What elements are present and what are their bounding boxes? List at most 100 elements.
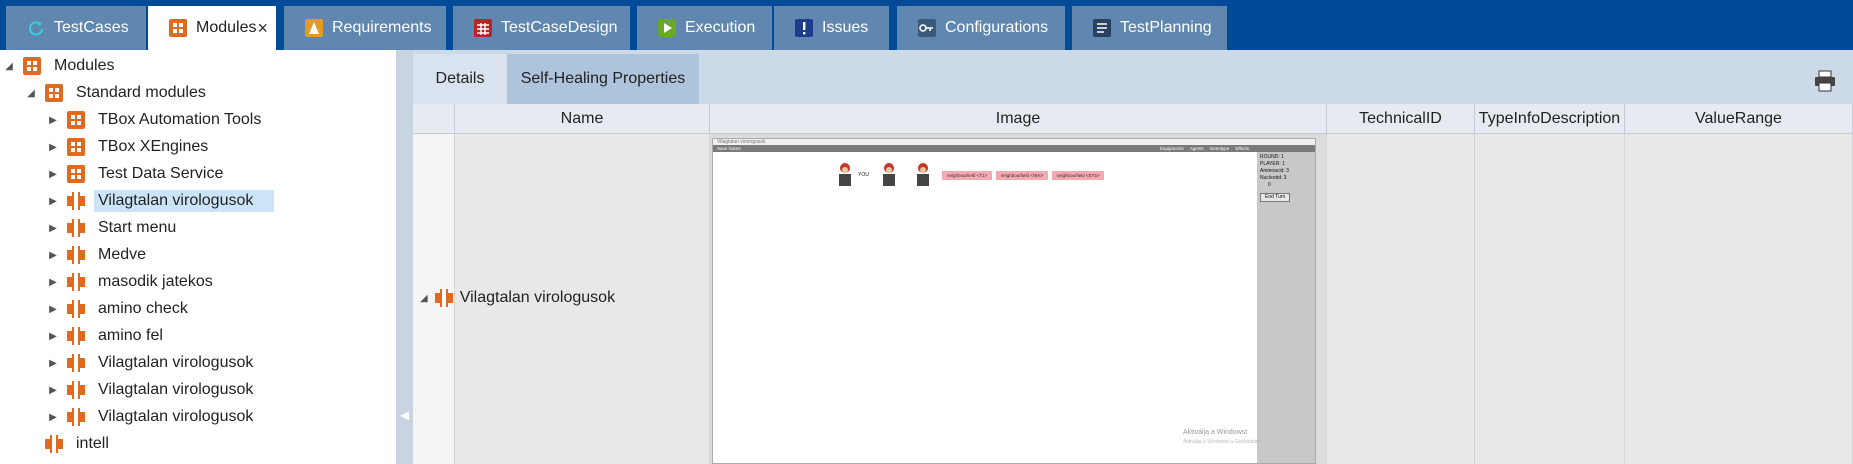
tree-node-module[interactable]: ▶ Vilagtalan virologusok: [46, 188, 274, 214]
tree-node-module[interactable]: ▶ masodik jatekos: [46, 269, 217, 295]
tree-node-module[interactable]: ▶ Vilagtalan virologusok: [46, 350, 257, 376]
thumbnail-menu-item: Equipments: [1160, 146, 1184, 151]
module-icon: [67, 300, 85, 318]
expand-arrow-icon[interactable]: ▶: [46, 250, 60, 261]
tab-testcasedesign[interactable]: TestCaseDesign: [453, 6, 630, 50]
expand-arrow-icon[interactable]: ▶: [46, 385, 60, 396]
expand-arrow-icon[interactable]: ▶: [46, 142, 60, 153]
neighbourfield-button: neighbourfield <NHt>: [996, 171, 1048, 180]
subtab-label: Self-Healing Properties: [520, 70, 686, 87]
modules-folder-icon: [23, 57, 41, 75]
module-icon: [45, 435, 63, 453]
collapse-arrow-icon[interactable]: ◢: [24, 88, 38, 99]
collapse-panel-icon[interactable]: ◀: [400, 408, 409, 422]
tab-testcases[interactable]: TestCases: [6, 6, 146, 50]
tab-details[interactable]: Details: [413, 54, 507, 104]
header-label: TypeInfoDescription: [1478, 109, 1621, 127]
tree-node-module[interactable]: ▶ Medve: [46, 242, 150, 268]
tab-configurations[interactable]: Configurations: [897, 6, 1065, 50]
tab-self-healing[interactable]: Self-Healing Properties: [507, 54, 699, 104]
module-icon: [434, 289, 453, 307]
tab-issues[interactable]: Issues: [774, 6, 889, 50]
tab-requirements[interactable]: Requirements: [284, 6, 446, 50]
player-figure-icon: [839, 163, 851, 186]
tree-node-intell[interactable]: intell: [24, 431, 113, 457]
tree-label: amino check: [98, 300, 188, 317]
tab-label: Execution: [685, 19, 756, 36]
modules-folder-icon: [67, 111, 85, 129]
collapse-arrow-icon[interactable]: ◢: [420, 293, 428, 304]
play-icon: [657, 18, 677, 38]
tree-node-modules[interactable]: ◢ Modules: [2, 53, 118, 79]
thumbnail-menu-item: Genotype: [1209, 146, 1230, 151]
requirements-icon: [304, 18, 324, 38]
thumbnail-menu-item: Effects: [1235, 146, 1249, 151]
tree-label: amino fel: [98, 327, 163, 344]
modules-folder-icon: [67, 165, 85, 183]
tree-label: TBox Automation Tools: [98, 111, 262, 128]
tree-node-folder[interactable]: ▶ Test Data Service: [46, 161, 227, 187]
valuerange-cell[interactable]: [1625, 134, 1853, 464]
column-header-technicalid[interactable]: TechnicalID: [1327, 104, 1475, 134]
typeinfo-cell[interactable]: [1475, 134, 1625, 464]
screenshot-thumbnail[interactable]: Vilagtalan virologusok Save Game Equipme…: [712, 138, 1316, 464]
key-icon: [917, 18, 937, 38]
tree-node-module[interactable]: ▶ amino check: [46, 296, 192, 322]
tab-modules[interactable]: Modules ×: [148, 6, 276, 50]
tree-node-module[interactable]: ▶ Vilagtalan virologusok: [46, 377, 257, 403]
player-figure-icon: [917, 163, 929, 186]
column-header-valuerange[interactable]: ValueRange: [1625, 104, 1853, 134]
tree-node-module[interactable]: ▶ Vilagtalan virologusok: [46, 404, 257, 430]
list-icon: [1092, 18, 1112, 38]
top-tab-bar: TestCases Modules × Requirements TestCas…: [0, 0, 1853, 50]
technicalid-cell[interactable]: [1327, 134, 1475, 464]
modules-folder-icon: [67, 138, 85, 156]
expand-arrow-icon[interactable]: ▶: [46, 358, 60, 369]
header-label: Name: [560, 109, 604, 127]
panel-splitter[interactable]: ◀: [396, 50, 413, 464]
tab-label: TestPlanning: [1120, 19, 1212, 36]
header-label: ValueRange: [1695, 109, 1782, 127]
module-tree: ◢ Modules ◢ Standard modules ▶ TBox Auto…: [0, 50, 396, 464]
close-icon[interactable]: ×: [257, 18, 268, 39]
tab-label: Configurations: [945, 19, 1049, 36]
printer-icon[interactable]: [1813, 70, 1837, 92]
collapse-arrow-icon[interactable]: ◢: [2, 61, 16, 72]
tree-node-standard-modules[interactable]: ◢ Standard modules: [24, 80, 210, 106]
tree-node-folder[interactable]: ▶ TBox XEngines: [46, 134, 212, 160]
module-icon: [67, 246, 85, 264]
you-label: YOU: [858, 172, 869, 178]
row-label[interactable]: ◢ Vilagtalan virologusok: [420, 288, 615, 308]
tree-node-module[interactable]: ▶ amino fel: [46, 323, 167, 349]
table-icon: [473, 18, 493, 38]
subtab-label: Details: [435, 70, 485, 87]
expand-arrow-icon[interactable]: ▶: [46, 196, 60, 207]
expand-arrow-icon[interactable]: ▶: [46, 223, 60, 234]
tab-testplanning[interactable]: TestPlanning: [1072, 6, 1227, 50]
tree-label: TBox XEngines: [98, 138, 209, 155]
column-header-image[interactable]: Image: [710, 104, 1327, 134]
expand-arrow-icon[interactable]: ▶: [46, 169, 60, 180]
pink-btn-label: neighbourfield <T1>: [946, 173, 988, 178]
side-line: Aminoacid: 3: [1260, 168, 1289, 174]
column-header-name[interactable]: Name: [455, 104, 710, 134]
tree-node-module[interactable]: ▶ Start menu: [46, 215, 180, 241]
expand-arrow-icon[interactable]: ▶: [46, 304, 60, 315]
column-header-typeinfo[interactable]: TypeInfoDescription: [1475, 104, 1625, 134]
tree-node-folder[interactable]: ▶ TBox Automation Tools: [46, 107, 265, 133]
neighbourfield-button: neighbourfield <ET5>: [1052, 171, 1104, 180]
expand-arrow-icon[interactable]: ▶: [46, 277, 60, 288]
module-icon: [67, 327, 85, 345]
side-line: Nucleotid: 3: [1260, 175, 1287, 181]
expand-arrow-icon[interactable]: ▶: [46, 412, 60, 423]
tab-label: Requirements: [332, 19, 432, 36]
pink-btn-label: neighbourfield <ET5>: [1056, 173, 1100, 178]
expand-arrow-icon[interactable]: ▶: [46, 115, 60, 126]
expand-arrow-icon[interactable]: ▶: [46, 331, 60, 342]
details-subtabs: Details Self-Healing Properties: [413, 54, 1853, 104]
module-icon: [67, 192, 85, 210]
thumbnail-menu-item: Agents: [1189, 146, 1204, 151]
column-header-selector: [413, 104, 455, 134]
tree-label: intell: [76, 435, 109, 452]
tab-execution[interactable]: Execution: [637, 6, 772, 50]
